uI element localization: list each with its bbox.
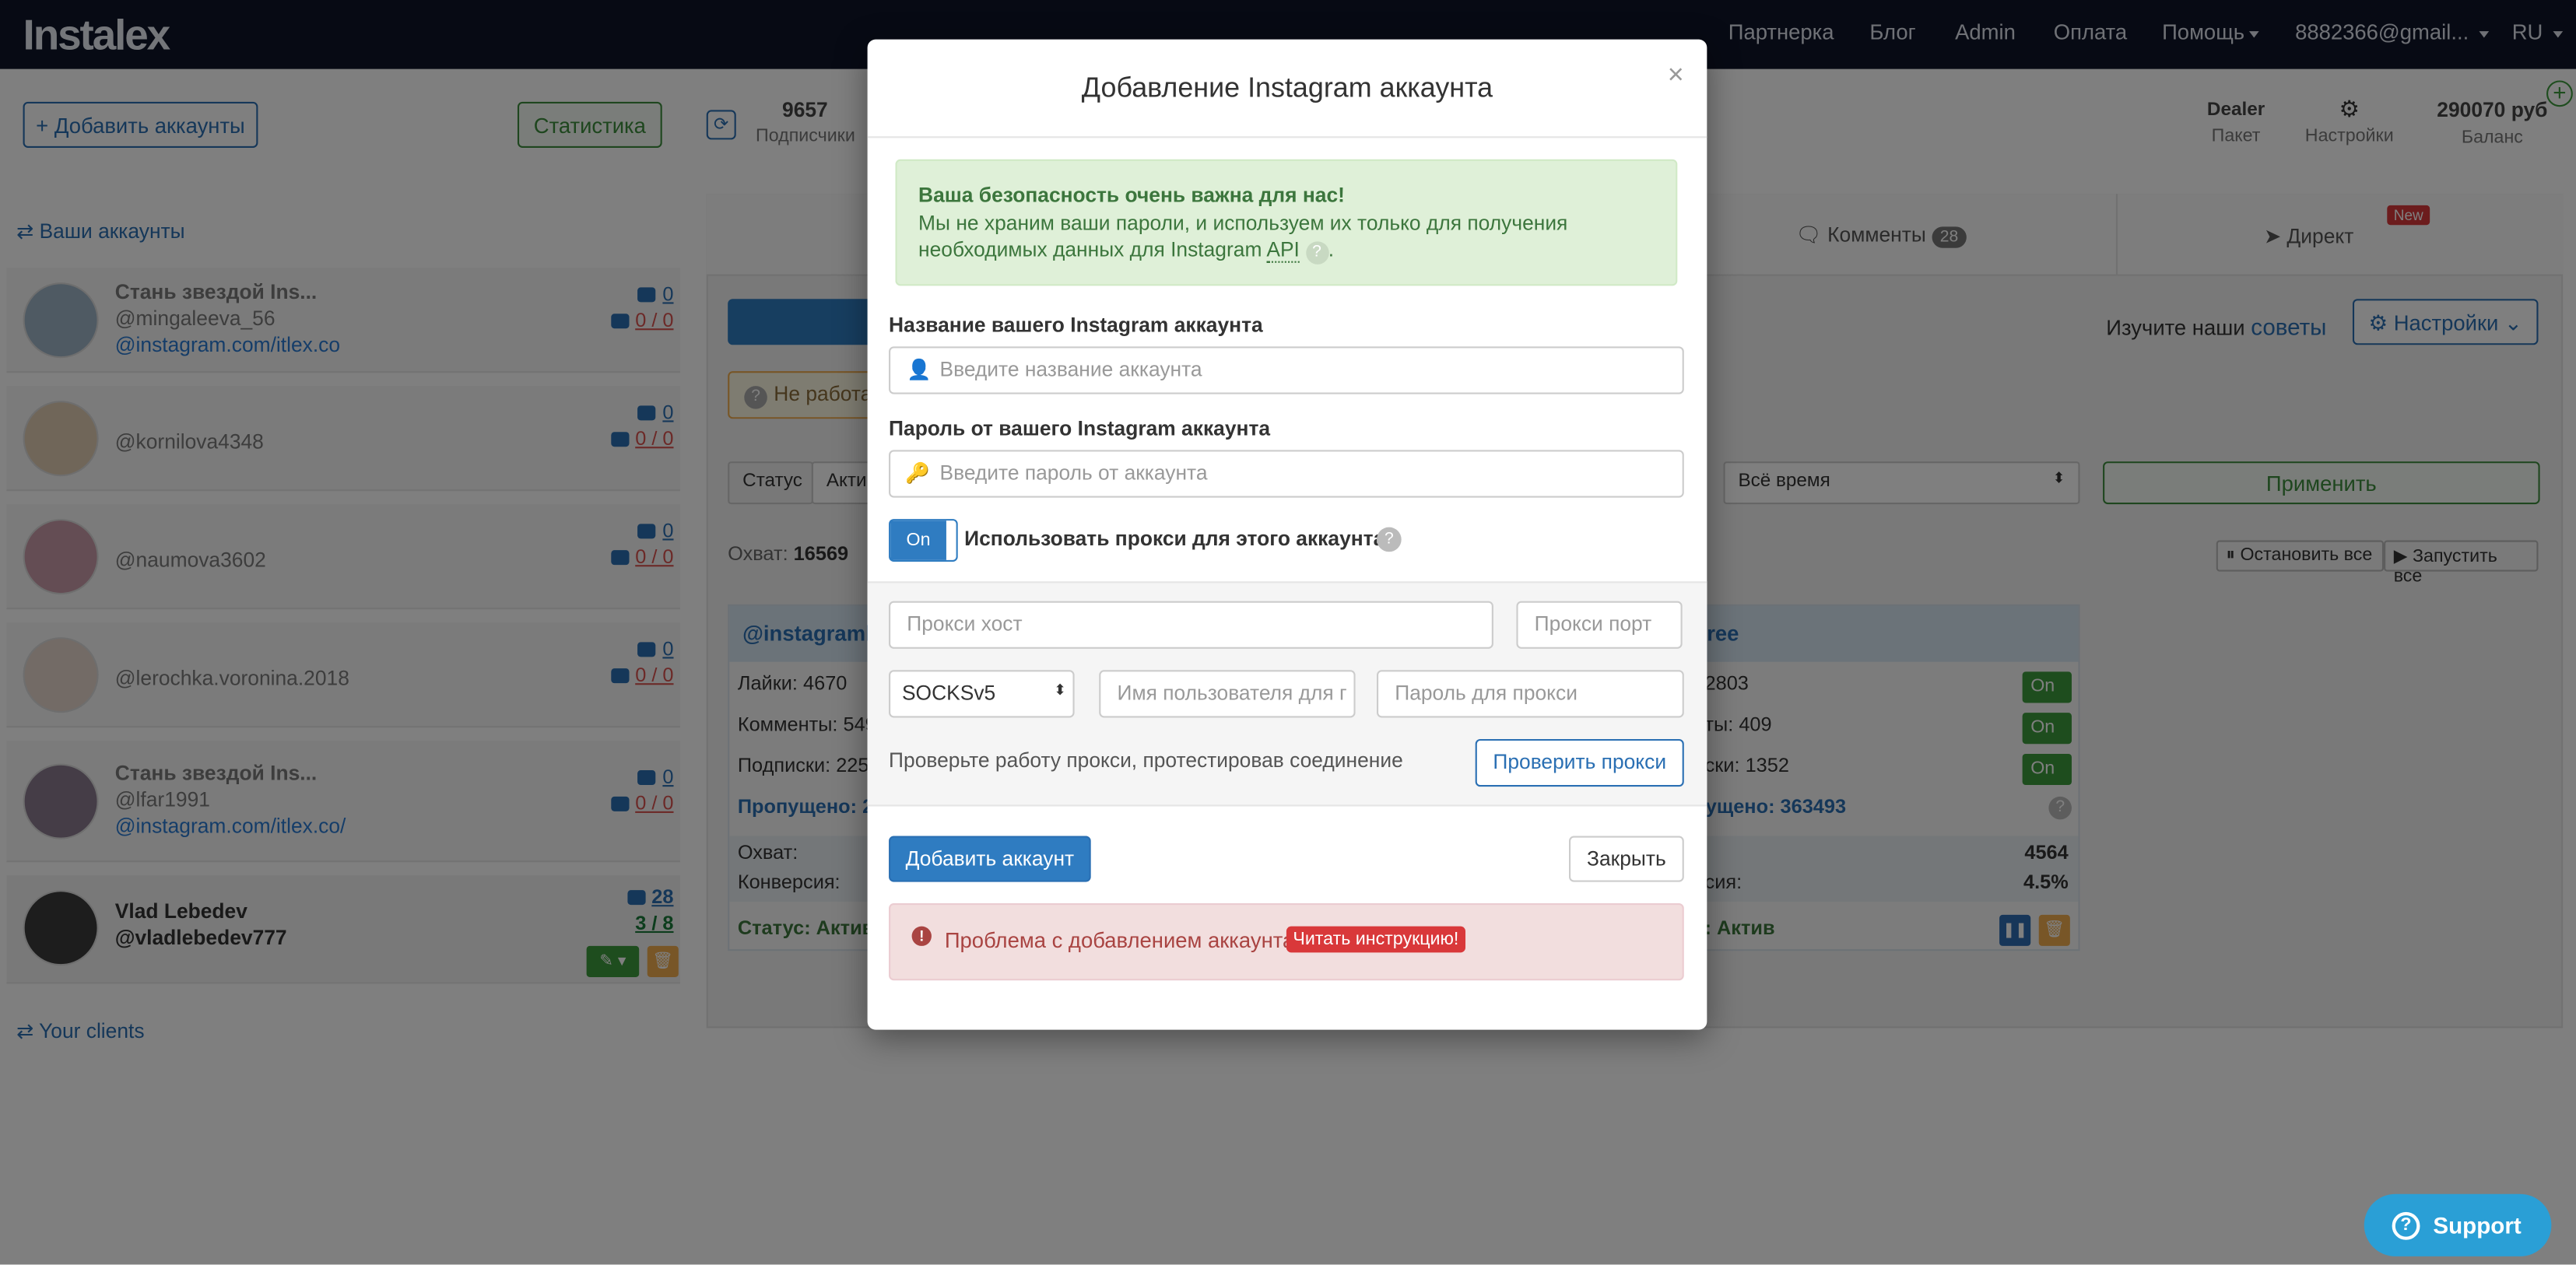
add-account-button[interactable]: Добавить аккаунт bbox=[889, 836, 1091, 882]
check-proxy-button[interactable]: Проверить прокси bbox=[1475, 738, 1684, 787]
support-button[interactable]: ? Support bbox=[2364, 1193, 2552, 1256]
key-icon: 🔑 bbox=[905, 461, 930, 485]
proxy-username-input[interactable]: Имя пользователя для г bbox=[1099, 670, 1356, 718]
question-icon: ? bbox=[2392, 1211, 2420, 1240]
question-icon[interactable]: ? bbox=[1305, 241, 1328, 265]
security-text-1: Мы не храним ваши пароли, и используем и… bbox=[918, 211, 1568, 234]
proxy-check-text: Проверьте работу прокси, протестировав с… bbox=[889, 748, 1403, 773]
user-icon: 👤 bbox=[907, 358, 932, 381]
security-end: . bbox=[1328, 238, 1335, 261]
proxy-host-input[interactable]: Прокси хост bbox=[889, 601, 1493, 649]
password-input[interactable]: 🔑 Введите пароль от аккаунта bbox=[889, 450, 1684, 498]
error-alert: ! Проблема с добавлением аккаунта? Читат… bbox=[889, 903, 1684, 981]
modal-header-divider bbox=[867, 136, 1707, 138]
question-icon[interactable]: ? bbox=[1377, 527, 1402, 552]
account-name-input[interactable]: 👤 Введите название аккаунта bbox=[889, 346, 1684, 394]
security-title: Ваша безопасность очень важна для нас! bbox=[918, 184, 1345, 207]
account-name-label: Название вашего Instagram аккаунта bbox=[889, 314, 1263, 337]
account-name-placeholder: Введите название аккаунта bbox=[939, 358, 1202, 381]
proxy-type-value: SOCKSv5 bbox=[901, 682, 996, 705]
proxy-password-input[interactable]: Пароль для прокси bbox=[1377, 670, 1684, 718]
api-term: API bbox=[1266, 238, 1300, 263]
proxy-toggle[interactable]: On bbox=[889, 519, 958, 562]
add-account-modal: Добавление Instagram аккаунта × Ваша без… bbox=[867, 39, 1707, 1030]
proxy-type-select[interactable]: SOCKSv5 ⬍ bbox=[889, 670, 1075, 718]
proxy-toggle-on: On bbox=[890, 520, 946, 560]
select-arrows-icon: ⬍ bbox=[1054, 682, 1067, 699]
password-label: Пароль от вашего Instagram аккаунта bbox=[889, 417, 1271, 440]
modal-title: Добавление Instagram аккаунта bbox=[1081, 72, 1493, 103]
error-text: Проблема с добавлением аккаунта? bbox=[944, 927, 1307, 953]
security-alert: Ваша безопасность очень важна для нас! М… bbox=[895, 159, 1678, 286]
security-text-line-2: необходимых данных для Instagram API ?. bbox=[918, 237, 1655, 265]
read-instructions-link[interactable]: Читать инструкцию! bbox=[1286, 926, 1465, 953]
exclamation-icon: ! bbox=[911, 926, 932, 946]
proxy-port-input[interactable]: Прокси порт bbox=[1516, 601, 1683, 649]
security-text-2: необходимых данных для Instagram bbox=[918, 238, 1262, 261]
close-button[interactable]: Закрыть bbox=[1569, 836, 1684, 882]
proxy-settings: Прокси хост Прокси порт SOCKSv5 ⬍ Имя пол… bbox=[867, 581, 1707, 807]
support-label: Support bbox=[2433, 1211, 2522, 1239]
proxy-toggle-label: Использовать прокси для этого аккаунта bbox=[964, 527, 1385, 551]
password-placeholder: Введите пароль от аккаунта bbox=[939, 461, 1208, 485]
close-icon[interactable]: × bbox=[1668, 59, 1684, 92]
